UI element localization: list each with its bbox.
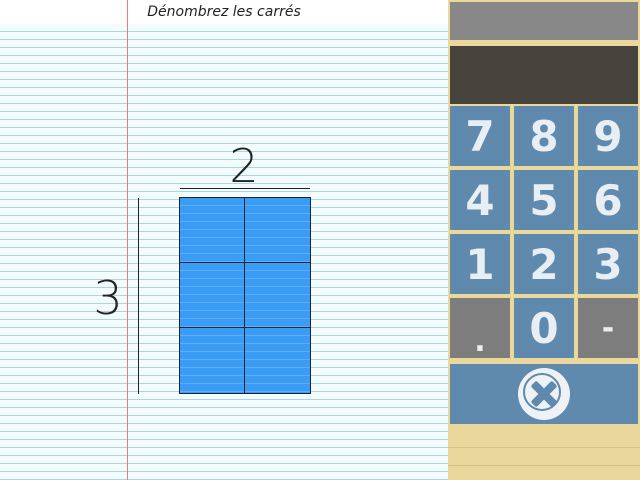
- key-minus[interactable]: -: [578, 298, 638, 358]
- grid-square: [245, 198, 310, 263]
- close-circle-icon: [518, 368, 570, 420]
- answer-header-display: [450, 2, 638, 40]
- key-0[interactable]: 0: [514, 298, 574, 358]
- exercise-title: Dénombrez les carrés: [147, 4, 301, 20]
- grid-square: [180, 198, 245, 263]
- number-keypad: 7 8 9 4 5 6 1 2 3 . 0 -: [448, 106, 640, 426]
- rows-dimension-line: [138, 198, 139, 394]
- key-8[interactable]: 8: [514, 106, 574, 166]
- columns-dimension-line: [180, 188, 310, 189]
- key-1[interactable]: 1: [450, 234, 510, 294]
- key-4[interactable]: 4: [450, 170, 510, 230]
- worksheet-paper: Dénombrez les carrés 2 3: [0, 0, 448, 480]
- rows-count-label: 3: [93, 271, 123, 325]
- answer-display: [450, 46, 638, 104]
- keypad-panel: 7 8 9 4 5 6 1 2 3 . 0 -: [448, 0, 640, 480]
- key-2[interactable]: 2: [514, 234, 574, 294]
- square-grid: [179, 197, 311, 394]
- grid-square: [180, 263, 245, 328]
- key-7[interactable]: 7: [450, 106, 510, 166]
- key-6[interactable]: 6: [578, 170, 638, 230]
- clear-button[interactable]: [450, 364, 638, 424]
- key-5[interactable]: 5: [514, 170, 574, 230]
- grid-square: [245, 263, 310, 328]
- panel-lined-footer: [448, 430, 640, 480]
- key-9[interactable]: 9: [578, 106, 638, 166]
- key-decimal-point[interactable]: .: [450, 298, 510, 359]
- grid-square: [180, 328, 245, 393]
- grid-square: [245, 328, 310, 393]
- columns-count-label: 2: [229, 139, 259, 193]
- key-3[interactable]: 3: [578, 234, 638, 294]
- margin-line: [127, 0, 128, 480]
